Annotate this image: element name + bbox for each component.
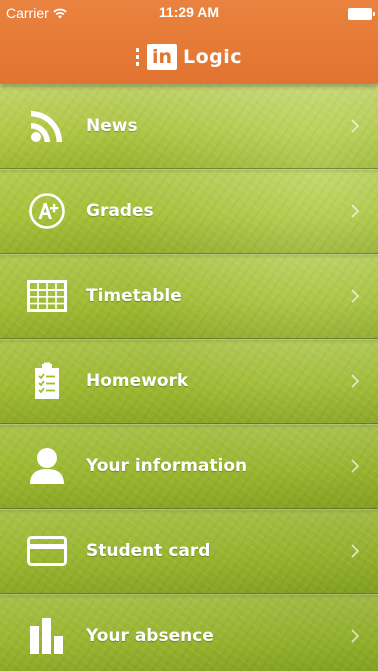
top-bar: Carrier 11:29 AM in Logic <box>0 0 378 84</box>
status-time: 11:29 AM <box>158 4 220 20</box>
battery-icon <box>348 8 375 20</box>
menu-item-label: News <box>86 116 138 136</box>
menu-item-homework[interactable]: Homework <box>0 339 378 429</box>
bar-chart-icon <box>26 615 68 657</box>
chevron-right-icon <box>351 119 360 133</box>
menu-item-label: Grades <box>86 201 154 221</box>
menu-item-student-card[interactable]: Student card <box>0 509 378 599</box>
menu-item-label: Your information <box>86 456 248 476</box>
menu-item-your-information[interactable]: Your information <box>0 424 378 514</box>
status-bar: Carrier 11:29 AM <box>0 0 378 28</box>
logo-box: in <box>146 44 177 70</box>
chevron-right-icon <box>351 374 360 388</box>
rss-icon <box>26 105 68 147</box>
chevron-right-icon <box>351 289 360 303</box>
chevron-right-icon <box>351 629 360 643</box>
logo-text: Logic <box>183 46 243 68</box>
menu-item-your-absence[interactable]: Your absence <box>0 594 378 671</box>
menu-item-label: Student card <box>86 541 211 561</box>
table-grid-icon <box>26 275 68 317</box>
menu-item-label: Timetable <box>86 286 182 306</box>
main-menu: News Grades Timetable Homework Your info… <box>0 84 378 671</box>
menu-item-grades[interactable]: Grades <box>0 169 378 259</box>
app-logo: in Logic <box>0 44 378 70</box>
chevron-right-icon <box>351 204 360 218</box>
chevron-right-icon <box>351 544 360 558</box>
menu-item-label: Homework <box>86 371 189 391</box>
card-icon <box>26 530 68 572</box>
menu-item-timetable[interactable]: Timetable <box>0 254 378 344</box>
chevron-right-icon <box>351 459 360 473</box>
person-icon <box>26 445 68 487</box>
menu-item-news[interactable]: News <box>0 84 378 174</box>
logo-dots-icon <box>135 48 139 66</box>
menu-item-label: Your absence <box>86 626 214 646</box>
app-screen: Carrier 11:29 AM in Logic News Grades Ti… <box>0 0 378 671</box>
clipboard-checklist-icon <box>26 360 68 402</box>
grade-badge-icon <box>26 190 68 232</box>
